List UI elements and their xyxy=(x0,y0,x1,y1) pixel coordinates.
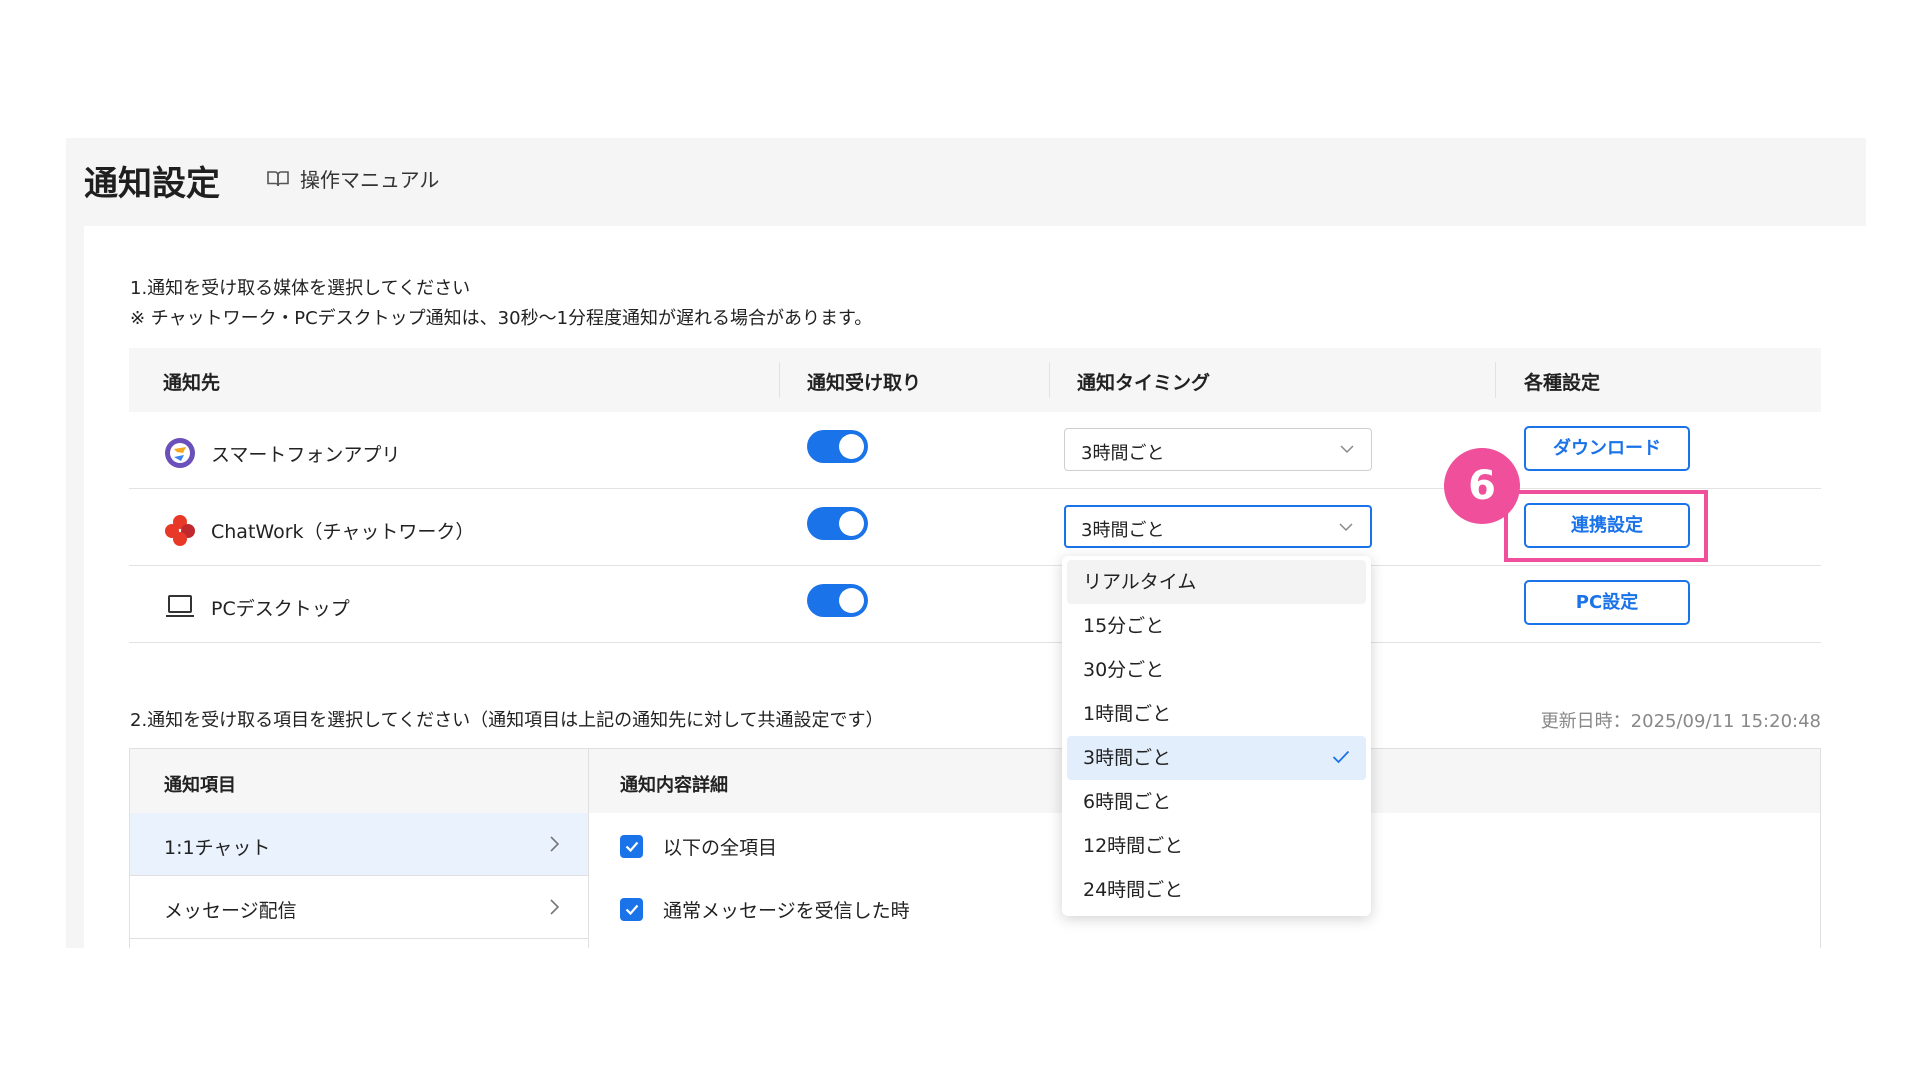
detail-label: 通常メッセージを受信した時 xyxy=(663,900,910,922)
check-icon xyxy=(625,904,638,915)
detail-label: 以下の全項目 xyxy=(663,837,778,859)
timing-select-value: 3時間ごと xyxy=(1081,520,1165,541)
destination-table-header: 通知先 通知受け取り 通知タイミング 各種設定 xyxy=(129,348,1821,412)
destination-label: ChatWork（チャットワーク） xyxy=(211,520,475,543)
option-24hours[interactable]: 24時間ごと xyxy=(1067,868,1366,912)
chevron-down-icon xyxy=(1340,445,1354,454)
destination-label: PCデスクトップ xyxy=(211,597,350,620)
option-6hours[interactable]: 6時間ごと xyxy=(1067,780,1366,824)
col-detail: 通知内容詳細 xyxy=(620,775,728,796)
items-table-header: 通知項目 通知内容詳細 xyxy=(130,749,1820,813)
destination-name: ChatWork（チャットワーク） xyxy=(163,513,474,547)
destination-label: スマートフォンアプリ xyxy=(211,443,401,466)
notification-items-table: 通知項目 通知内容詳細 1:1チャット メッセージ配信 以下の全項目 通常メッセ… xyxy=(129,748,1821,948)
section1-note: ※ チャットワーク・PCデスクトップ通知は、30秒〜1分程度通知が遅れる場合があ… xyxy=(130,308,873,329)
option-30min[interactable]: 30分ごと xyxy=(1067,648,1366,692)
item-label: メッセージ配信 xyxy=(164,900,297,922)
destination-row-pc-desktop: PCデスクトップ PC設定 xyxy=(129,566,1821,643)
receive-toggle[interactable] xyxy=(807,584,868,617)
chevron-down-icon xyxy=(1339,523,1353,532)
download-button[interactable]: ダウンロード xyxy=(1524,426,1690,471)
checkbox-all[interactable] xyxy=(620,835,643,858)
settings-card: 1.通知を受け取る媒体を選択してください ※ チャットワーク・PCデスクトップ通… xyxy=(84,226,1866,948)
receive-toggle[interactable] xyxy=(807,507,868,540)
manual-link-label: 操作マニュアル xyxy=(300,168,440,192)
chevron-right-icon xyxy=(550,836,560,852)
destination-name: スマートフォンアプリ xyxy=(163,436,400,470)
detail-row-message: 通常メッセージを受信した時 xyxy=(620,896,910,923)
detail-row-all: 以下の全項目 xyxy=(620,833,777,860)
section1-title: 1.通知を受け取る媒体を選択してください xyxy=(130,278,471,299)
option-realtime[interactable]: リアルタイム xyxy=(1067,560,1366,604)
updated-timestamp: 更新日時：2025/09/11 15:20:48 xyxy=(1540,711,1821,732)
option-12hours[interactable]: 12時間ごと xyxy=(1067,824,1366,868)
item-row-broadcast[interactable]: メッセージ配信 xyxy=(130,876,588,939)
chatwork-icon xyxy=(163,513,197,547)
timing-dropdown-menu: リアルタイム 15分ごと 30分ごと 1時間ごと 3時間ごと 6時間ごと 12時… xyxy=(1062,556,1371,916)
annotation-highlight-box xyxy=(1504,490,1708,562)
option-1hour[interactable]: 1時間ごと xyxy=(1067,692,1366,736)
timing-select[interactable]: 3時間ごと xyxy=(1064,505,1372,548)
col-item: 通知項目 xyxy=(164,775,236,796)
item-label: 1:1チャット xyxy=(164,837,271,859)
col-timing: 通知タイミング xyxy=(1077,372,1211,394)
check-icon xyxy=(1332,750,1350,764)
col-receive: 通知受け取り xyxy=(807,372,922,394)
book-icon xyxy=(267,170,289,186)
header-divider xyxy=(1049,362,1050,398)
column-divider xyxy=(588,749,589,948)
item-row-chat[interactable]: 1:1チャット xyxy=(130,813,588,876)
pc-settings-button[interactable]: PC設定 xyxy=(1524,580,1690,625)
page-title: 通知設定 xyxy=(84,164,220,204)
section2-title: 2.通知を受け取る項目を選択してください（通知項目は上記の通知先に対して共通設定… xyxy=(130,710,884,731)
option-15min[interactable]: 15分ごと xyxy=(1067,604,1366,648)
option-label: 3時間ごと xyxy=(1083,747,1172,769)
chevron-right-icon xyxy=(550,899,560,915)
col-settings: 各種設定 xyxy=(1524,372,1601,394)
timing-select-value: 3時間ごと xyxy=(1081,443,1165,464)
timing-select[interactable]: 3時間ごと xyxy=(1064,428,1372,471)
destination-row-smartphone: スマートフォンアプリ 3時間ごと ダウンロード xyxy=(129,412,1821,489)
option-3hours[interactable]: 3時間ごと xyxy=(1067,736,1366,780)
laptop-icon xyxy=(163,590,197,624)
receive-toggle[interactable] xyxy=(807,430,868,463)
col-destination: 通知先 xyxy=(163,372,221,394)
checkbox-message[interactable] xyxy=(620,898,643,921)
manual-link[interactable]: 操作マニュアル xyxy=(266,164,439,193)
header-divider xyxy=(1495,362,1496,398)
check-icon xyxy=(625,841,638,852)
destination-name: PCデスクトップ xyxy=(163,590,350,624)
header-divider xyxy=(779,362,780,398)
section1-instructions: 1.通知を受け取る媒体を選択してください ※ チャットワーク・PCデスクトップ通… xyxy=(130,274,872,334)
app-icon xyxy=(163,436,197,470)
